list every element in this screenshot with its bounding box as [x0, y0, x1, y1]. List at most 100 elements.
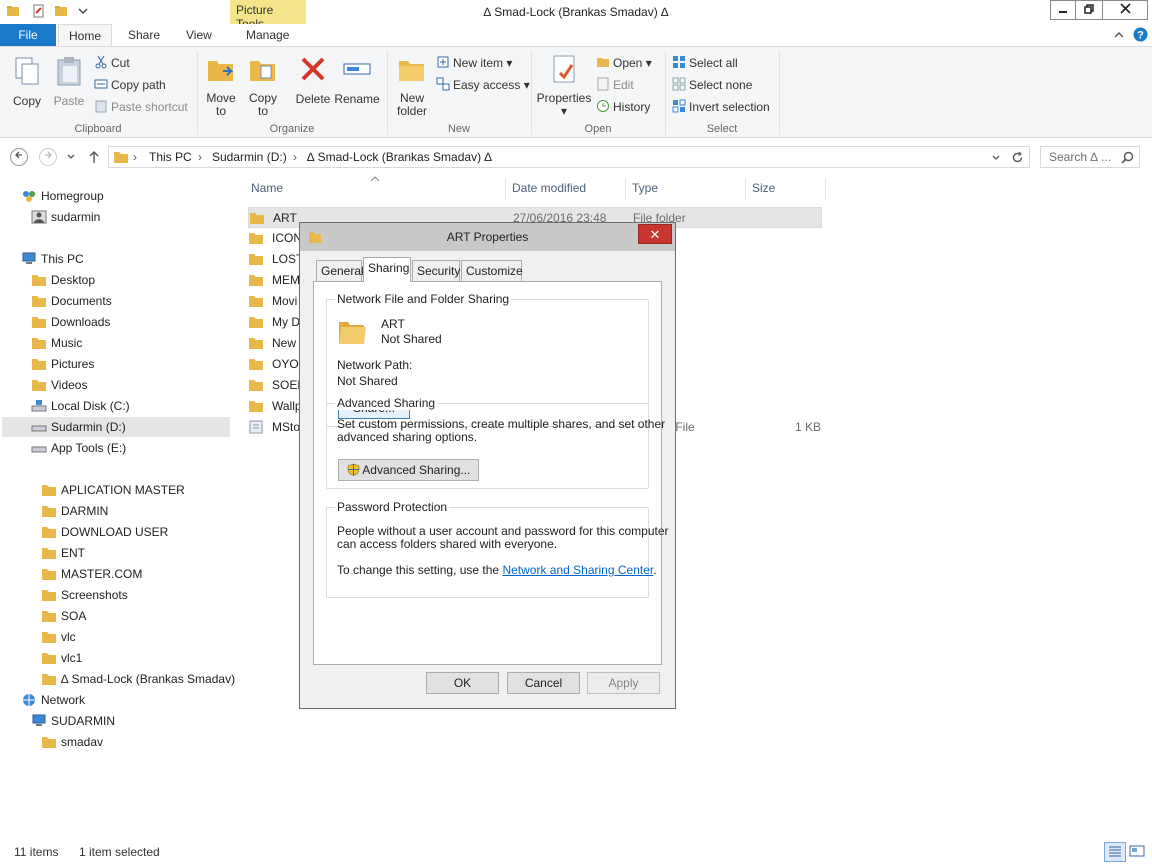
- nav-item[interactable]: Desktop: [32, 270, 95, 290]
- column-size[interactable]: Size: [752, 181, 775, 195]
- dialog-title-bar[interactable]: ART Properties ✕: [300, 223, 675, 251]
- nav-item[interactable]: Documents: [32, 291, 112, 311]
- recent-locations-icon[interactable]: [66, 152, 76, 162]
- invert-selection-icon: [672, 99, 686, 113]
- ok-button[interactable]: OK: [426, 672, 499, 694]
- nav-item[interactable]: smadav: [42, 732, 103, 752]
- advanced-sharing-button-label: Advanced Sharing...: [362, 463, 471, 477]
- edit-button[interactable]: Edit: [596, 77, 634, 92]
- details-view-button[interactable]: [1104, 842, 1126, 862]
- nav-item[interactable]: Music: [32, 333, 82, 353]
- minimize-button[interactable]: [1050, 0, 1076, 20]
- nav-item[interactable]: DOWNLOAD USER: [42, 522, 168, 542]
- tab-security[interactable]: Security: [412, 260, 460, 281]
- delete-button[interactable]: Delete: [292, 53, 334, 106]
- select-none-button[interactable]: Select none: [672, 77, 752, 92]
- help-icon[interactable]: ?: [1133, 27, 1148, 42]
- copy-to-icon: [250, 61, 275, 81]
- nav-item[interactable]: Network: [23, 690, 85, 710]
- properties-button[interactable]: Properties ▾: [536, 53, 592, 118]
- tab-sharing[interactable]: Sharing: [363, 257, 411, 282]
- open-button[interactable]: Open ▾: [596, 55, 652, 70]
- copy-path-button[interactable]: Copy path: [94, 77, 166, 92]
- advanced-sharing-button[interactable]: Advanced Sharing...: [338, 459, 479, 481]
- chevron-down-icon[interactable]: [991, 153, 1001, 163]
- properties-dialog: ART Properties ✕ General Sharing Securit…: [299, 222, 676, 709]
- nav-item[interactable]: MASTER.COM: [42, 564, 142, 584]
- cancel-button[interactable]: Cancel: [507, 672, 580, 694]
- tab-file[interactable]: File: [0, 24, 56, 46]
- new-item-button[interactable]: New item ▾: [436, 55, 512, 70]
- select-all-button[interactable]: Select all: [672, 55, 738, 70]
- column-divider[interactable]: [745, 178, 746, 200]
- column-name[interactable]: Name: [251, 181, 283, 195]
- nav-item-label: Sudarmin (D:): [51, 420, 126, 434]
- nav-item[interactable]: Screenshots: [42, 585, 128, 605]
- folder-icon: [42, 485, 56, 496]
- nav-item[interactable]: APLICATION MASTER: [42, 480, 185, 500]
- history-button[interactable]: History: [596, 99, 650, 114]
- nav-item[interactable]: sudarmin: [31, 207, 100, 227]
- column-type[interactable]: Type: [632, 181, 658, 195]
- tab-view[interactable]: View: [176, 24, 222, 46]
- paste-button[interactable]: Paste: [50, 55, 88, 108]
- column-divider[interactable]: [625, 178, 626, 200]
- nav-item[interactable]: Sudarmin (D:): [2, 417, 230, 437]
- apply-button[interactable]: Apply: [587, 672, 660, 694]
- dialog-close-button[interactable]: ✕: [638, 224, 672, 244]
- invert-selection-button[interactable]: Invert selection: [672, 99, 770, 114]
- nav-item[interactable]: Homegroup: [23, 186, 104, 206]
- cut-button[interactable]: Cut: [94, 55, 130, 70]
- nav-item[interactable]: SOA: [42, 606, 86, 626]
- tab-general[interactable]: General: [316, 260, 364, 281]
- group-label-organize: Organize: [269, 123, 315, 135]
- nav-item[interactable]: App Tools (E:): [31, 438, 126, 458]
- address-row: › This PC › Sudarmin (D:) › ∆ Smad-Lock …: [0, 144, 1152, 170]
- forward-button[interactable]: [39, 148, 57, 166]
- tab-share[interactable]: Share: [118, 24, 170, 46]
- refresh-icon[interactable]: [1011, 151, 1024, 164]
- tab-home[interactable]: Home: [58, 24, 113, 46]
- column-divider[interactable]: [505, 178, 506, 200]
- folder-icon: [250, 213, 264, 224]
- paste-shortcut-button[interactable]: Paste shortcut: [94, 99, 188, 114]
- nav-item[interactable]: DARMIN: [42, 501, 108, 521]
- nav-item[interactable]: Downloads: [32, 312, 110, 332]
- restore-button[interactable]: [1075, 0, 1103, 20]
- column-date-modified[interactable]: Date modified: [512, 181, 586, 195]
- breadcrumb-this-pc[interactable]: This PC: [149, 150, 192, 164]
- chevron-up-icon[interactable]: [1112, 28, 1126, 42]
- address-bar[interactable]: › This PC › Sudarmin (D:) › ∆ Smad-Lock …: [108, 146, 1030, 168]
- close-window-button[interactable]: [1102, 0, 1148, 20]
- move-to-label-2: to: [215, 104, 226, 118]
- restore-icon: [1084, 4, 1094, 14]
- back-button[interactable]: [10, 148, 28, 166]
- nav-item[interactable]: SUDARMIN: [32, 711, 115, 731]
- nav-item[interactable]: Local Disk (C:): [31, 396, 130, 416]
- nav-item[interactable]: vlc1: [42, 648, 82, 668]
- nav-item[interactable]: This PC: [22, 249, 84, 269]
- tab-manage[interactable]: Manage: [236, 24, 299, 46]
- nav-item[interactable]: Videos: [32, 375, 87, 395]
- nav-item-label: This PC: [41, 252, 84, 266]
- move-to-button[interactable]: Move to: [202, 53, 240, 118]
- nav-item[interactable]: Pictures: [32, 354, 94, 374]
- copy-button[interactable]: Copy: [8, 55, 46, 108]
- arrow-up-icon[interactable]: [88, 150, 100, 164]
- new-folder-button[interactable]: New folder: [392, 53, 432, 118]
- search-icon[interactable]: [1121, 151, 1134, 164]
- easy-access-button[interactable]: Easy access ▾: [436, 77, 530, 92]
- search-input[interactable]: Search ∆ ...: [1040, 146, 1140, 168]
- rename-button[interactable]: Rename: [334, 53, 380, 106]
- column-divider[interactable]: [825, 178, 826, 200]
- file-name: Wallp: [272, 399, 302, 413]
- nav-item[interactable]: ENT: [42, 543, 85, 563]
- nav-item[interactable]: ∆ Smad-Lock (Brankas Smadav): [42, 669, 235, 689]
- copy-to-button[interactable]: Copy to: [244, 53, 282, 118]
- nav-item[interactable]: vlc: [42, 627, 76, 647]
- breadcrumb-sudarmin-d[interactable]: Sudarmin (D:): [212, 150, 287, 164]
- large-icons-view-button[interactable]: [1128, 842, 1148, 862]
- network-sharing-center-link[interactable]: Network and Sharing Center: [502, 563, 653, 577]
- breadcrumb-smad-lock[interactable]: ∆ Smad-Lock (Brankas Smadav) ∆: [307, 150, 492, 164]
- tab-customize[interactable]: Customize: [461, 260, 523, 281]
